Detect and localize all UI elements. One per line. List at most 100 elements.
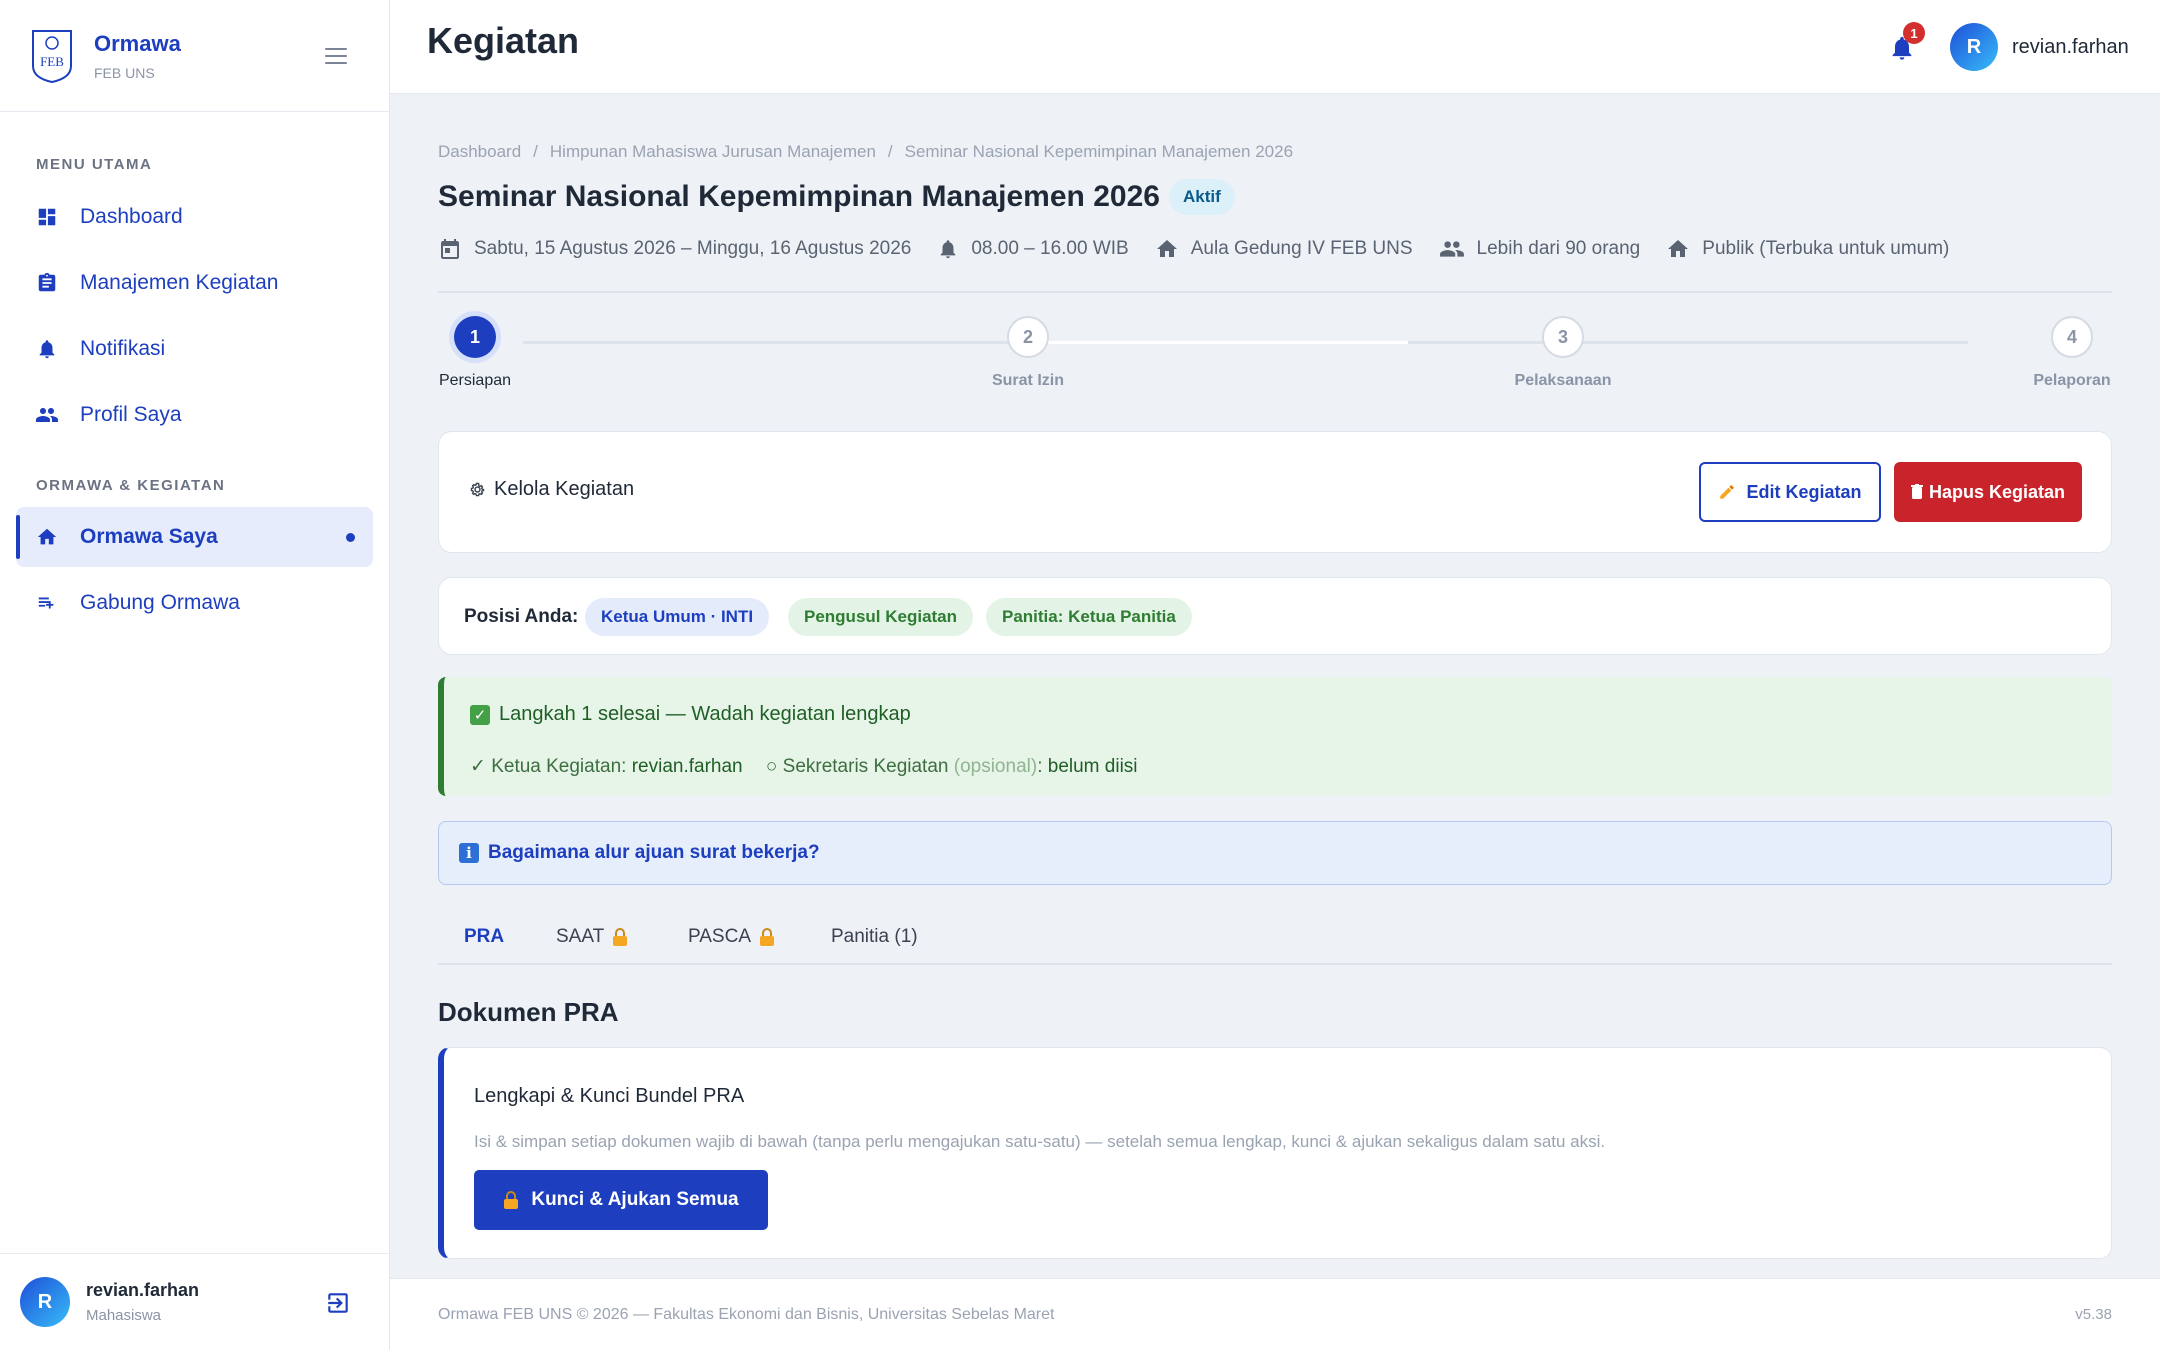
avatar: R	[1950, 23, 1998, 71]
sidebar-item-ormawa-saya[interactable]: Ormawa Saya	[16, 507, 373, 567]
meta-location: Aula Gedung IV FEB UNS	[1155, 237, 1413, 261]
logout-icon[interactable]	[325, 1290, 351, 1316]
avatar[interactable]: R	[20, 1277, 70, 1327]
sidebar-item-dashboard[interactable]: Dashboard	[16, 187, 373, 247]
breadcrumb-current: Seminar Nasional Kepemimpinan Manajemen …	[904, 142, 1294, 161]
user-menu[interactable]: R revian.farhan	[1950, 23, 2129, 71]
sidebar-item-manajemen-kegiatan[interactable]: Manajemen Kegiatan	[16, 253, 373, 313]
breadcrumb-separator: /	[533, 142, 538, 161]
step-number: 4	[2051, 316, 2093, 358]
tab-label: PRA	[464, 926, 505, 947]
calendar-icon	[441, 239, 459, 259]
info-icon: i	[459, 843, 479, 863]
step-number: 3	[1542, 316, 1584, 358]
step-complete-alert: ✓ Langkah 1 selesai — Wadah kegiatan len…	[438, 677, 2112, 796]
stepper-steps: 1 Persiapan 2 Surat Izin 3 Pelaksanaan 4…	[438, 316, 2112, 396]
step-label: Pelaporan	[2033, 372, 2111, 389]
tab-pasca[interactable]: PASCA	[688, 909, 775, 965]
brand-subtitle: FEB UNS	[94, 64, 155, 81]
gear-icon	[470, 482, 485, 497]
footer-text: Ormawa FEB UNS © 2026 — Fakultas Ekonomi…	[438, 1306, 1055, 1323]
trash-icon	[1910, 484, 1923, 499]
active-indicator-dot	[346, 533, 355, 542]
sidebar-item-label: Dashboard	[80, 205, 183, 228]
home-icon	[1156, 240, 1177, 257]
svg-text:FEB: FEB	[40, 54, 64, 69]
breadcrumb: Dashboard / Himpunan Mahasiswa Jurusan Man…	[438, 142, 1293, 162]
breadcrumb-hmj[interactable]: Himpunan Mahasiswa Jurusan Manajemen	[550, 142, 876, 161]
meta-date: Sabtu, 15 Agustus 2026 – Minggu, 16 Agus…	[438, 237, 911, 261]
manage-event-card: Kelola Kegiatan Edit Kegiatan Hapus Kegi…	[438, 431, 2112, 553]
meta-participants-text: Lebih dari 90 orang	[1476, 238, 1641, 259]
lock-icon	[504, 1191, 519, 1209]
step-1[interactable]: 1 Persiapan	[438, 316, 512, 390]
brand: FEB Ormawa FEB UNS	[0, 0, 389, 112]
delete-event-label: Hapus Kegiatan	[1928, 481, 2066, 502]
tab-pra[interactable]: PRA	[464, 909, 504, 965]
sidebar-item-profil-saya[interactable]: Profil Saya	[16, 385, 373, 445]
breadcrumb-dashboard[interactable]: Dashboard	[438, 142, 521, 161]
step-label: Pelaksanaan	[1514, 372, 1612, 389]
meta-visibility: Publik (Terbuka untuk umum)	[1666, 237, 1949, 261]
step-4[interactable]: 4 Pelaporan	[2032, 316, 2112, 390]
step-number: 2	[1007, 316, 1049, 358]
step-complete-title-text: Langkah 1 selesai — Wadah kegiatan lengk…	[499, 703, 911, 725]
lock-submit-all-button[interactable]: Kunci & Ajukan Semua	[474, 1170, 768, 1230]
sidebar-user-role: Mahasiswa	[86, 1307, 162, 1324]
pra-bundle-card: Lengkapi & Kunci Bundel PRA Isi & simpan…	[438, 1047, 2112, 1259]
event-title: Seminar Nasional Kepemimpinan Manajemen …	[438, 180, 1160, 213]
manage-label-text: Kelola Kegiatan	[494, 478, 635, 500]
home-icon	[34, 524, 60, 550]
people-icon	[1439, 241, 1464, 257]
lock-icon	[760, 928, 775, 946]
top-user-name: revian.farhan	[2012, 35, 2129, 58]
tab-label: PASCA	[688, 926, 752, 947]
step-label: Persiapan	[438, 372, 512, 389]
status-badge: Aktif	[1169, 179, 1235, 215]
tab-active-indicator	[438, 963, 532, 965]
home-icon	[1668, 240, 1689, 257]
sidebar-item-label: Ormawa Saya	[80, 525, 218, 548]
step-3[interactable]: 3 Pelaksanaan	[1493, 316, 1633, 390]
tab-panitia[interactable]: Panitia (1)	[831, 909, 918, 965]
delete-event-button[interactable]: Hapus Kegiatan	[1894, 462, 2082, 522]
sekretaris-optional: (opsional)	[953, 756, 1038, 777]
tab-saat[interactable]: SAAT	[556, 909, 628, 965]
position-label: Posisi Anda:	[464, 606, 579, 627]
sidebar: FEB Ormawa FEB UNS MENU UTAMA Dashboard …	[0, 0, 390, 1350]
step-number: 1	[454, 316, 496, 358]
event-meta: Sabtu, 15 Agustus 2026 – Minggu, 16 Agus…	[438, 236, 1975, 262]
edit-event-label: Edit Kegiatan	[1746, 481, 1862, 502]
sidebar-item-gabung-ormawa[interactable]: Gabung Ormawa	[16, 573, 373, 633]
role-chip: Ketua Umum · INTI	[585, 598, 770, 636]
ketua-value: revian.farhan	[631, 756, 743, 777]
bell-icon	[941, 240, 956, 259]
meta-location-text: Aula Gedung IV FEB UNS	[1190, 238, 1413, 259]
role-chip: Pengusul Kegiatan	[788, 598, 974, 636]
dashboard-icon	[34, 204, 60, 230]
bell-icon	[34, 336, 60, 362]
step-2[interactable]: 2 Surat Izin	[968, 316, 1088, 390]
people-icon	[34, 402, 60, 428]
stepper-gap	[1048, 341, 1408, 344]
footer: Ormawa FEB UNS © 2026 — Fakultas Ekonomi…	[390, 1278, 2160, 1350]
meta-participants: Lebih dari 90 orang	[1439, 236, 1641, 262]
edit-event-button[interactable]: Edit Kegiatan	[1699, 462, 1881, 522]
sekretaris-label: ○ Sekretaris Kegiatan	[765, 756, 949, 777]
manage-label: Kelola Kegiatan	[469, 478, 634, 501]
hamburger-menu-icon[interactable]	[325, 48, 347, 64]
sidebar-item-notifikasi[interactable]: Notifikasi	[16, 319, 373, 379]
meta-visibility-text: Publik (Terbuka untuk umum)	[1702, 238, 1950, 259]
playlist-add-icon	[34, 590, 60, 616]
flow-info-toggle[interactable]: i Bagaimana alur ajuan surat bekerja?	[438, 821, 2112, 885]
ketua-label: ✓ Ketua Kegiatan:	[470, 756, 627, 777]
check-icon: ✓	[470, 704, 490, 725]
lock-icon	[613, 928, 628, 946]
breadcrumb-separator: /	[887, 142, 893, 161]
topbar: Kegiatan 1 R revian.farhan	[390, 0, 2160, 94]
brand-name: Ormawa	[94, 30, 181, 56]
sidebar-item-label: Notifikasi	[80, 337, 166, 360]
meta-date-text: Sabtu, 15 Agustus 2026 – Minggu, 16 Agus…	[474, 238, 912, 259]
notification-count-badge: 1	[1903, 22, 1925, 44]
sidebar-user-panel: R revian.farhan Mahasiswa	[0, 1253, 389, 1350]
